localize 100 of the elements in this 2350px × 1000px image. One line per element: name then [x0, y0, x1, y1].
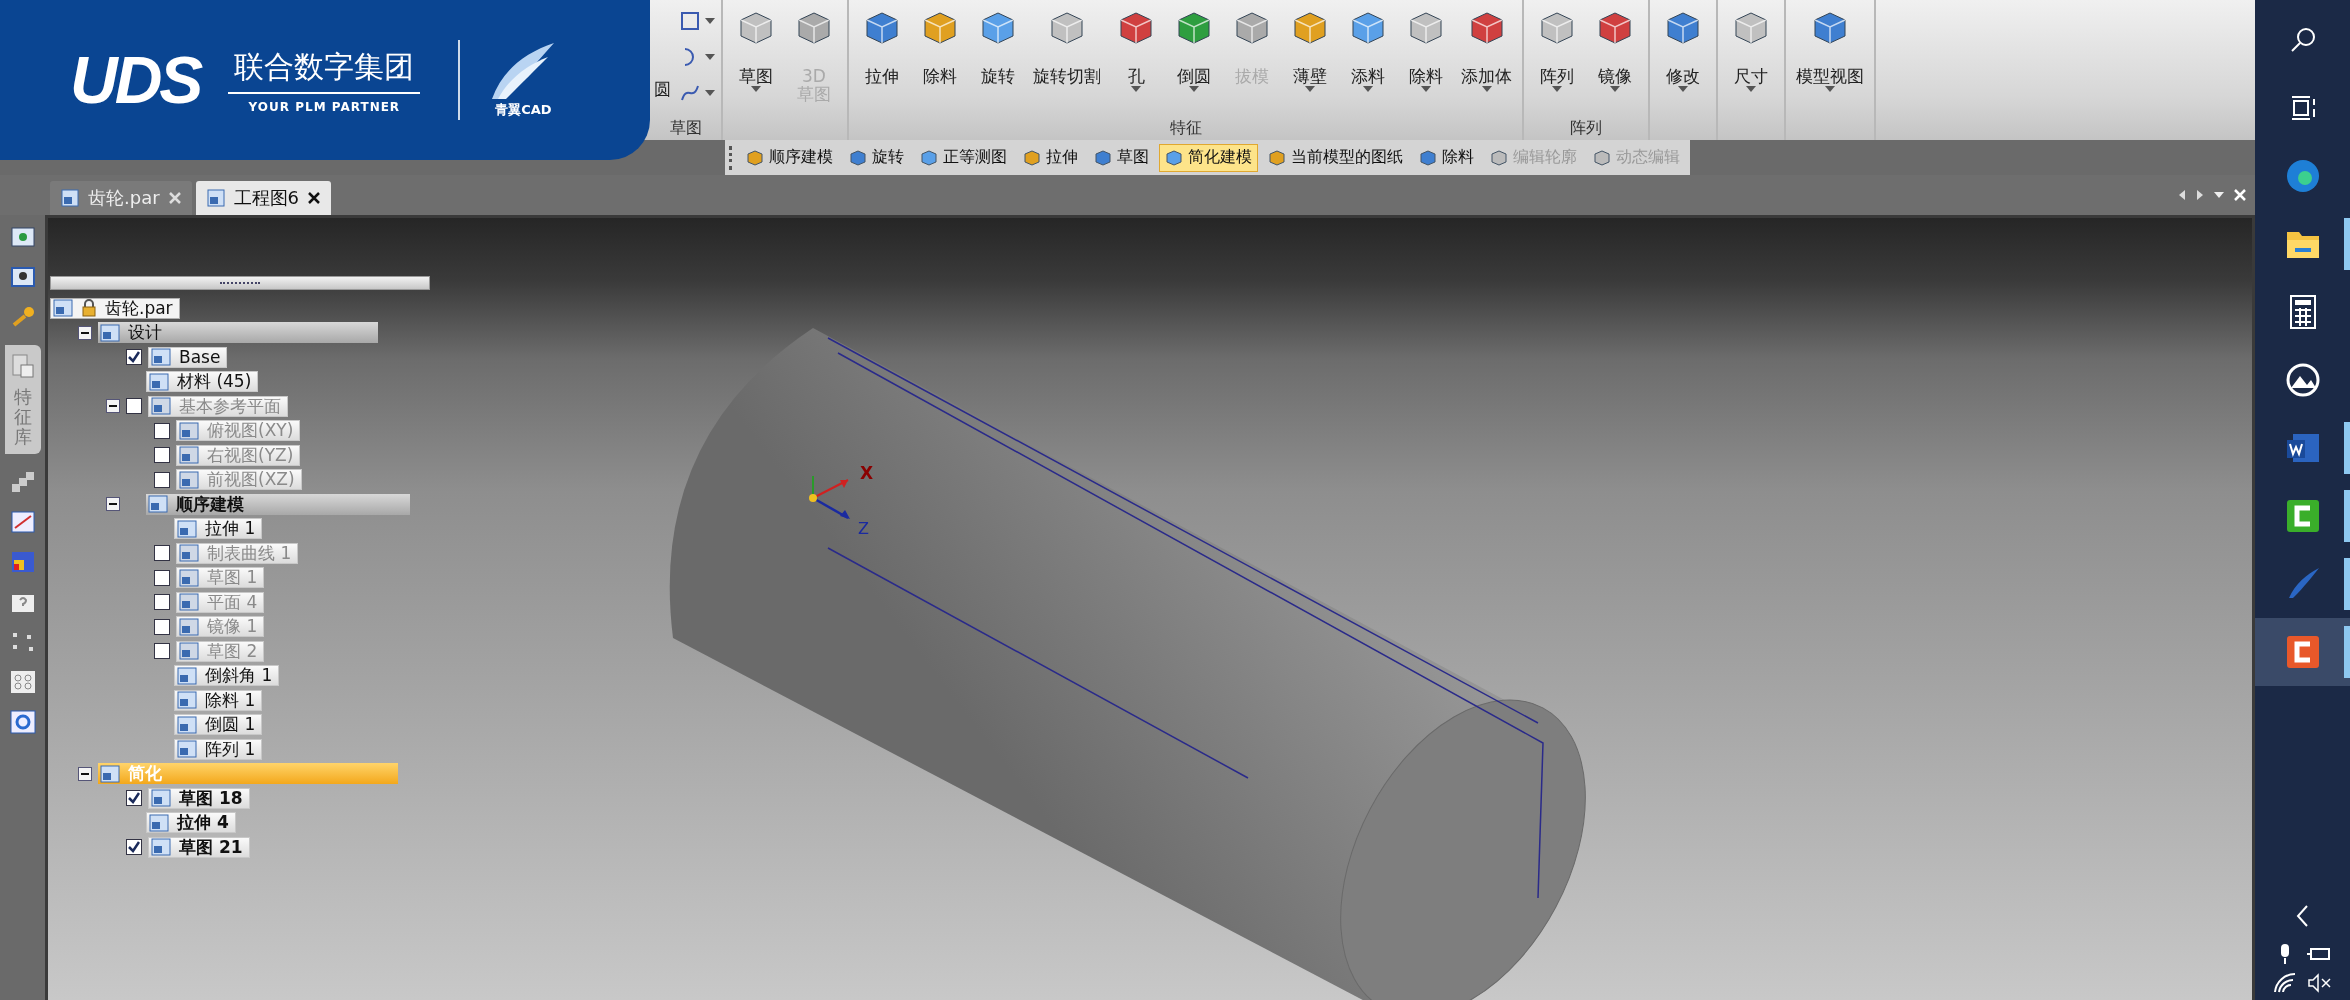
checkbox[interactable] — [154, 447, 170, 464]
checkbox[interactable] — [126, 349, 142, 366]
toolbar-button[interactable]: 简化建模 — [1159, 143, 1258, 172]
lock-icon — [81, 299, 97, 318]
cube-icon — [849, 148, 867, 167]
caret-icon — [1363, 85, 1373, 92]
chevron-left-icon[interactable] — [2294, 904, 2311, 928]
tile-icon — [151, 397, 171, 416]
toolbar-button[interactable]: 正等测图 — [914, 143, 1013, 172]
group-label: 特征 — [1168, 118, 1203, 139]
wifi-icon[interactable] — [2272, 972, 2297, 994]
caret-icon — [751, 85, 761, 92]
ribbon-button[interactable]: 除料 — [1397, 0, 1455, 116]
caret-icon — [1610, 85, 1620, 92]
tree-item[interactable]: 草图 18 — [148, 787, 250, 809]
toolbar-button[interactable]: 顺序建模 — [740, 143, 839, 172]
circles-icon[interactable] — [9, 670, 36, 695]
taskbar-app[interactable] — [2255, 618, 2350, 686]
checkbox[interactable] — [126, 839, 142, 856]
document-tab[interactable]: 工程图6 — [195, 181, 332, 215]
blocks-icon[interactable] — [9, 470, 36, 495]
toolbar-button[interactable]: 除料 — [1413, 143, 1480, 172]
checkbox[interactable] — [126, 790, 142, 807]
caret-icon — [1481, 85, 1492, 92]
document-tab[interactable]: 齿轮.par — [50, 181, 192, 215]
group-label: 草图 — [668, 118, 703, 139]
checkbox[interactable] — [154, 545, 170, 562]
tile-icon — [177, 740, 197, 759]
ribbon-button[interactable]: 薄壁 — [1281, 0, 1339, 116]
gauge-icon[interactable] — [9, 510, 36, 535]
ribbon-button[interactable]: 倒圆 — [1165, 0, 1223, 116]
ribbon-button[interactable]: 拉伸 — [853, 0, 911, 116]
ribbon-button[interactable]: 除料 — [911, 0, 969, 116]
cube-icon — [1490, 148, 1508, 167]
collapse-toggle[interactable] — [106, 497, 120, 512]
tree-item[interactable]: 齿轮.par — [50, 297, 180, 319]
toolbar-button[interactable]: 旋转 — [843, 143, 910, 172]
tree-item[interactable]: 拉伸 4 — [146, 812, 236, 834]
brand-logo: UDS — [70, 42, 201, 118]
product-name: 青翼CAD — [495, 101, 552, 119]
checkbox[interactable] — [154, 643, 170, 660]
checkbox[interactable] — [154, 471, 170, 488]
ribbon-button[interactable]: 修改 — [1654, 0, 1712, 116]
toolbar-button[interactable]: 拉伸 — [1017, 143, 1084, 172]
caret-icon — [705, 54, 715, 60]
checkbox[interactable] — [154, 618, 170, 635]
mute-speaker-icon[interactable] — [2306, 972, 2333, 994]
tree-item[interactable]: 草图 21 — [148, 836, 250, 858]
tile-icon — [149, 372, 169, 391]
checkbox[interactable] — [154, 422, 170, 439]
checkbox[interactable] — [154, 594, 170, 611]
tile-icon — [148, 495, 168, 514]
tree-item[interactable]: 倒斜角 1 — [174, 665, 280, 687]
gear-icon[interactable] — [9, 710, 36, 735]
caret-icon — [1678, 85, 1688, 92]
collapse-toggle[interactable] — [78, 325, 92, 340]
collapse-toggle[interactable] — [78, 766, 92, 781]
tile-icon — [151, 789, 171, 808]
checkbox[interactable] — [154, 569, 170, 586]
group-label: 阵列 — [1569, 118, 1603, 139]
video-icon[interactable] — [9, 265, 36, 289]
ribbon-button[interactable]: 孔 — [1107, 0, 1165, 116]
tree-item[interactable]: 倒圆 1 — [174, 714, 263, 736]
caret-icon — [1552, 85, 1562, 92]
ribbon-button[interactable]: 阵列 — [1528, 0, 1586, 116]
tile-icon — [149, 813, 169, 832]
axis-label: Z — [856, 518, 874, 538]
tree-item[interactable]: 拉伸 1 — [174, 518, 263, 540]
toolbar-button[interactable]: 当前模型的图纸 — [1262, 143, 1409, 172]
tile-icon — [151, 838, 171, 857]
tile-icon — [179, 568, 199, 587]
tree-item[interactable]: 材料 (45) — [146, 371, 259, 393]
ribbon-button[interactable]: 模型视图 — [1790, 0, 1870, 116]
collapse-toggle[interactable] — [106, 399, 120, 414]
ribbon-button[interactable]: 添料 — [1339, 0, 1397, 116]
checkbox[interactable] — [126, 398, 142, 415]
close-icon[interactable] — [307, 191, 322, 205]
dropdown-icon[interactable] — [2213, 190, 2225, 200]
heatmap-icon[interactable] — [9, 550, 36, 575]
side-tab-label: 特征库 — [13, 387, 32, 447]
ribbon-button[interactable]: 草图 — [727, 0, 785, 116]
tile-icon — [179, 642, 199, 661]
ribbon-button[interactable]: 镜像 — [1586, 0, 1644, 116]
chevron-right-icon[interactable] — [2195, 189, 2205, 201]
tree-item[interactable]: 设计 — [98, 322, 378, 344]
ribbon-button[interactable]: 添加体 — [1455, 0, 1518, 116]
ribbon-button[interactable]: 旋转 — [969, 0, 1027, 116]
tree-item[interactable]: 阵列 1 — [174, 738, 263, 760]
caret-icon — [705, 90, 715, 96]
cube-icon — [1593, 148, 1611, 167]
toolbar-button[interactable]: 草图 — [1088, 143, 1155, 172]
ribbon-button[interactable]: 尺寸 — [1722, 0, 1780, 116]
tree-item[interactable]: Base — [148, 346, 228, 368]
ribbon-button[interactable]: 旋转切割 — [1027, 0, 1107, 116]
picture-icon[interactable] — [9, 225, 36, 249]
tree-item[interactable]: 除料 1 — [174, 689, 263, 711]
tile-icon — [179, 593, 199, 612]
tile-icon — [179, 421, 199, 440]
cube-icon — [746, 148, 764, 167]
tree-item[interactable]: 顺序建模 — [146, 493, 410, 515]
